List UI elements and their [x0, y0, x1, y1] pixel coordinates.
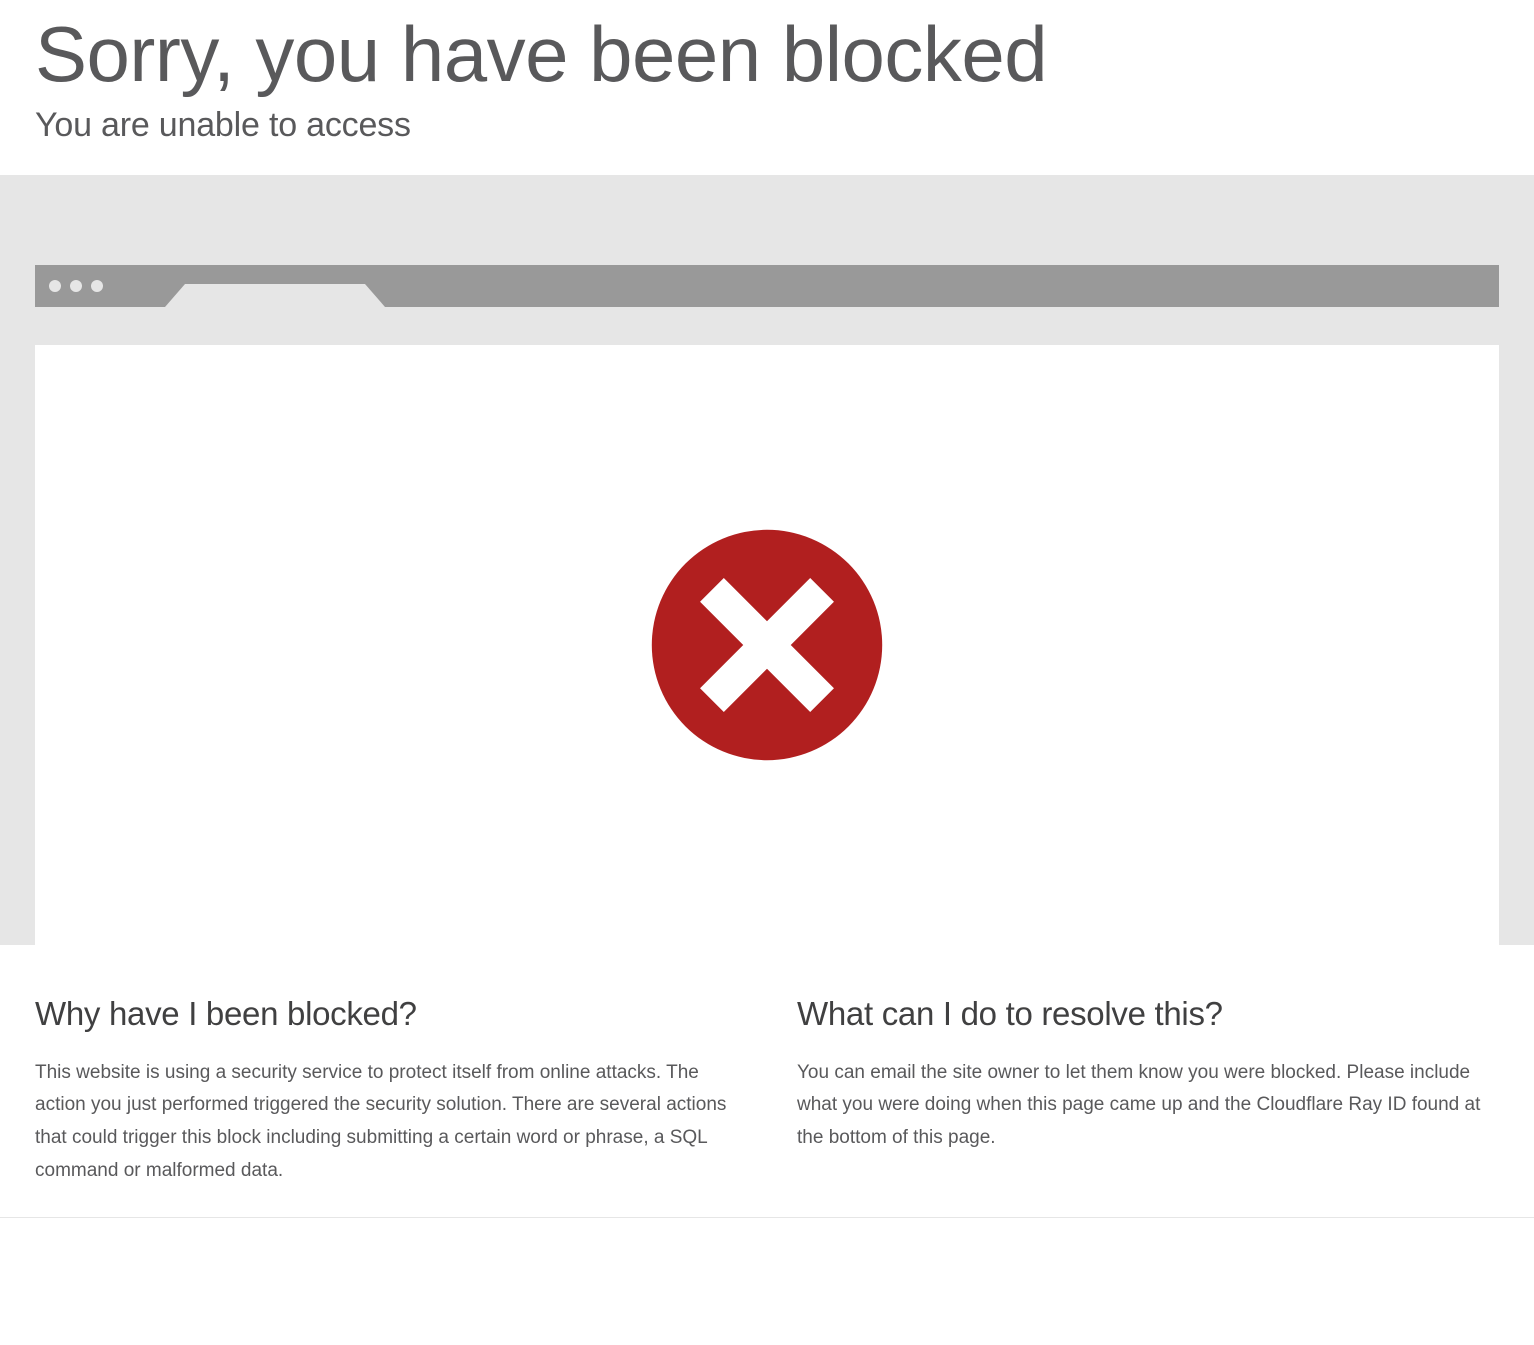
browser-toolbar [35, 307, 1499, 345]
illustration-band [0, 175, 1534, 945]
info-columns: Why have I been blocked? This website is… [0, 945, 1534, 1219]
why-blocked-heading: Why have I been blocked? [35, 995, 737, 1033]
page-root: Sorry, you have been blocked You are una… [0, 0, 1534, 1218]
resolve-section: What can I do to resolve this? You can e… [797, 995, 1499, 1188]
page-title: Sorry, you have been blocked [35, 10, 1499, 100]
window-dot-icon [70, 280, 82, 292]
window-dot-icon [49, 280, 61, 292]
browser-viewport [35, 345, 1499, 945]
window-dots [49, 280, 103, 292]
why-blocked-section: Why have I been blocked? This website is… [35, 995, 737, 1188]
resolve-heading: What can I do to resolve this? [797, 995, 1499, 1033]
browser-illustration [35, 265, 1499, 945]
why-blocked-body: This website is using a security service… [35, 1057, 737, 1188]
window-dot-icon [91, 280, 103, 292]
resolve-body: You can email the site owner to let them… [797, 1057, 1499, 1155]
error-x-icon [647, 525, 887, 765]
page-subtitle: You are unable to access [35, 106, 1499, 145]
header: Sorry, you have been blocked You are una… [0, 0, 1534, 175]
browser-tab-icon [185, 284, 365, 307]
browser-titlebar [35, 265, 1499, 307]
